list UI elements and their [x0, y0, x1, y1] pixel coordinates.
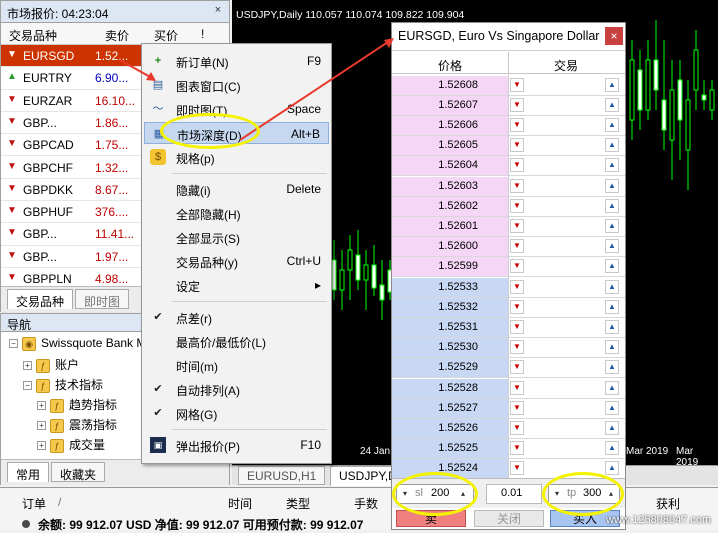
annotation-arrow [119, 59, 153, 79]
watermark: www.125808047.com [606, 514, 712, 526]
annotation-arrows [119, 38, 394, 141]
annotation-arrow [239, 41, 389, 141]
